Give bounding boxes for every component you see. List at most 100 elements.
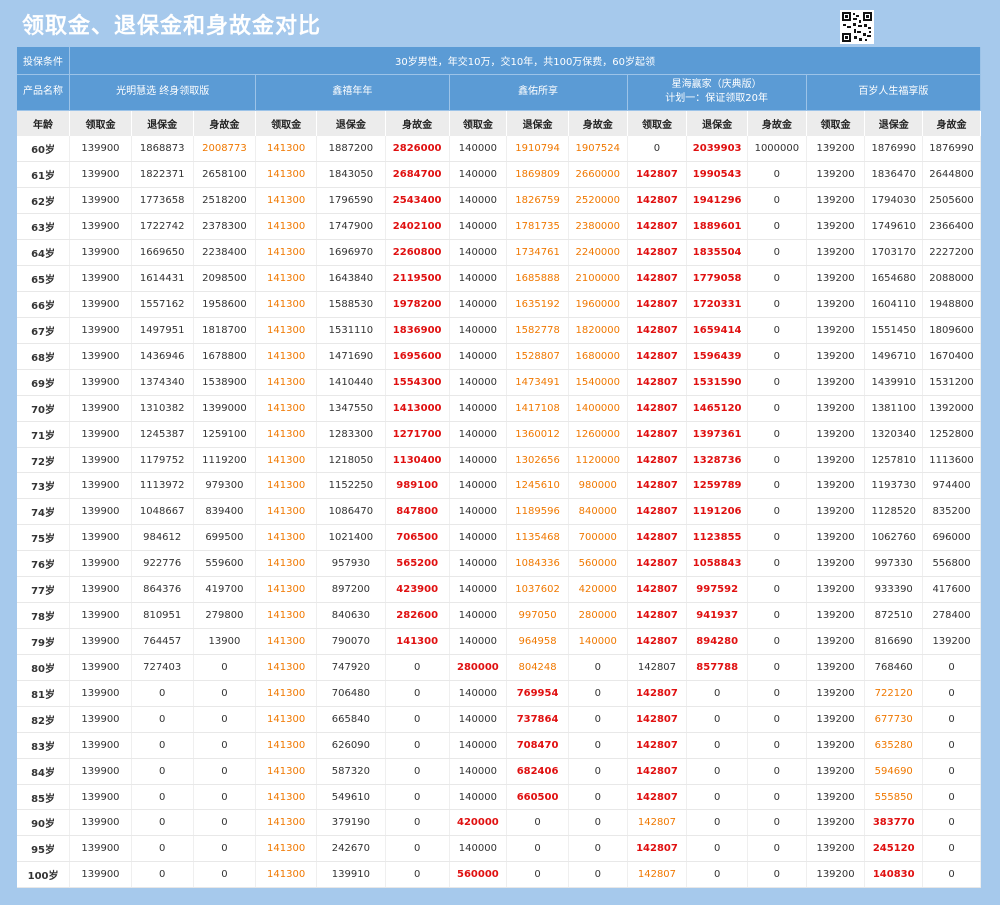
table-cell: 140000	[449, 395, 508, 422]
table-cell: 1086470	[316, 498, 386, 526]
table-cell: 1193730	[864, 472, 924, 500]
table-cell: 816690	[864, 628, 924, 655]
table-cell: 1399000	[193, 395, 257, 422]
table-cell: 0	[568, 654, 628, 681]
table-cell: 1058843	[686, 550, 749, 578]
table-cell: 139900	[69, 706, 132, 733]
table-cell: 141300	[255, 654, 317, 681]
table-cell: 0	[747, 498, 807, 526]
table-cell: 1604110	[864, 291, 924, 318]
table-cell: 140000	[449, 291, 508, 318]
table-cell: 1869809	[506, 161, 569, 189]
table-cell: 139900	[69, 291, 132, 318]
table-cell: 140000	[449, 576, 508, 604]
table-row: 80岁 139900 727403 0 141300 747920 0 280000 80424…	[17, 654, 981, 681]
table-cell: 141300	[255, 343, 317, 370]
age-cell: 77岁	[17, 576, 71, 604]
product-plan-text: 计划一：保证领取20年	[665, 93, 769, 104]
table-cell: 0	[385, 706, 450, 733]
table-cell: 0	[131, 706, 194, 733]
table-cell: 141300	[255, 809, 317, 837]
table-cell: 139200	[806, 732, 866, 759]
table-row: 68岁 139900 1436946 1678800 141300 1471690 1695…	[17, 343, 981, 370]
age-cell: 71岁	[17, 421, 71, 448]
table-cell: 1659414	[686, 317, 749, 344]
table-cell: 0	[922, 835, 981, 863]
table-cell: 1417108	[506, 395, 569, 422]
table-cell: 141300	[255, 291, 317, 318]
table-cell: 1259789	[686, 472, 749, 500]
table-cell: 790070	[316, 628, 386, 655]
age-cell: 60岁	[17, 136, 71, 163]
product-row: 产品名称 光明慧选 终身领取版 鑫禧年年 鑫佑所享 星海赢家（庆典版） 计划一：保…	[17, 74, 982, 111]
table-cell: 1809600	[922, 317, 981, 344]
table-cell: 141300	[255, 369, 317, 396]
table-cell: 1670400	[922, 343, 981, 370]
table-cell: 140000	[449, 835, 508, 863]
table-cell: 997050	[506, 602, 569, 630]
table-cell: 139200	[806, 524, 866, 552]
table-cell: 0	[193, 758, 257, 785]
table-cell: 897200	[316, 576, 386, 604]
table-cell: 587320	[316, 758, 386, 785]
table-cell: 0	[385, 758, 450, 785]
age-cell: 85岁	[17, 784, 71, 811]
table-cell: 840630	[316, 602, 386, 630]
column-header: 退保金	[686, 110, 749, 136]
condition-label: 投保条件	[17, 47, 71, 75]
table-row: 79岁 139900 764457 13900 141300 790070 141300 14…	[17, 628, 981, 655]
table-cell: 139200	[806, 861, 866, 889]
table-cell: 0	[568, 758, 628, 785]
table-cell: 141300	[255, 784, 317, 811]
table-cell: 1465120	[686, 395, 749, 422]
table-cell: 139900	[69, 784, 132, 811]
table-cell: 1496710	[864, 343, 924, 370]
table-cell: 974400	[922, 472, 981, 500]
table-cell: 139900	[69, 758, 132, 785]
table-cell: 0	[506, 861, 569, 889]
table-cell: 2380000	[568, 213, 628, 241]
table-cell: 1557162	[131, 291, 194, 318]
table-cell: 139200	[806, 187, 866, 215]
table-row: 84岁 139900 0 0 141300 587320 0 140000 682406 0 142…	[17, 758, 981, 785]
table-cell: 0	[747, 213, 807, 241]
age-cell: 73岁	[17, 472, 71, 500]
table-cell: 1835504	[686, 239, 749, 267]
table-cell: 140000	[449, 602, 508, 630]
table-cell: 0	[568, 784, 628, 811]
table-cell: 1734761	[506, 239, 569, 267]
table-cell: 141300	[255, 239, 317, 267]
table-cell: 957930	[316, 550, 386, 578]
age-cell: 100岁	[17, 861, 71, 889]
table-cell: 423900	[385, 576, 450, 604]
column-header-age: 年龄	[17, 110, 71, 136]
table-cell: 706500	[385, 524, 450, 552]
table-cell: 964958	[506, 628, 569, 655]
table-cell: 141300	[255, 472, 317, 500]
table-cell: 1218050	[316, 447, 386, 474]
age-cell: 83岁	[17, 732, 71, 759]
table-cell: 1654680	[864, 265, 924, 293]
table-cell: 142807	[627, 317, 688, 344]
table-cell: 139200	[806, 369, 866, 396]
table-cell: 2240000	[568, 239, 628, 267]
table-cell: 0	[193, 784, 257, 811]
table-cell: 560000	[568, 550, 628, 578]
table-row: 62岁 139900 1773658 2518200 141300 1796590 2543…	[17, 187, 981, 215]
table-cell: 804248	[506, 654, 569, 681]
table-cell: 141300	[255, 524, 317, 552]
table-row: 75岁 139900 984612 699500 141300 1021400 706500…	[17, 524, 981, 552]
age-cell: 72岁	[17, 447, 71, 474]
table-cell: 1773658	[131, 187, 194, 215]
table-cell: 139200	[806, 680, 866, 707]
table-cell: 139200	[806, 784, 866, 811]
table-cell: 1958600	[193, 291, 257, 318]
table-cell: 141300	[255, 628, 317, 655]
table-cell: 139910	[316, 861, 386, 889]
table-cell: 549610	[316, 784, 386, 811]
table-cell: 278400	[922, 602, 981, 630]
table-cell: 0	[686, 758, 749, 785]
table-row: 100岁 139900 0 0 141300 139910 0 560000 0 0 142807 0…	[17, 861, 981, 889]
table-cell: 1596439	[686, 343, 749, 370]
age-cell: 74岁	[17, 498, 71, 526]
